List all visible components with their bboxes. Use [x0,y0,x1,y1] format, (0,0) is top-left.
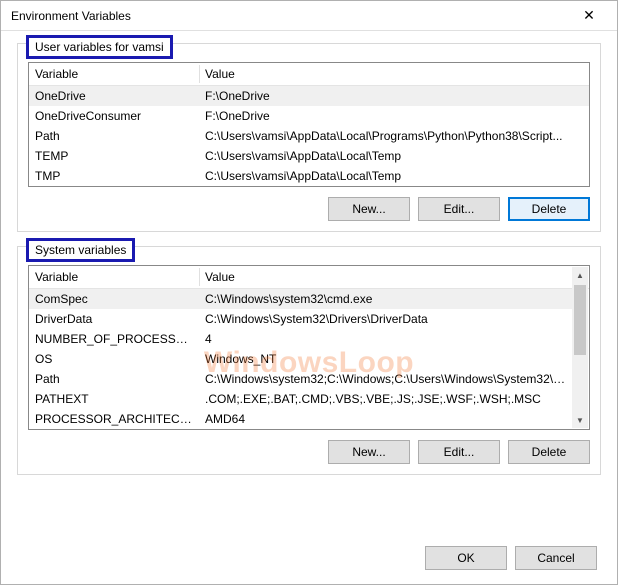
variable-value-cell: AMD64 [199,410,573,428]
table-row[interactable]: PATHEXT.COM;.EXE;.BAT;.CMD;.VBS;.VBE;.JS… [29,389,573,409]
system-variables-buttons: New... Edit... Delete [28,440,590,464]
variable-value-cell: F:\OneDrive [199,87,589,105]
column-header-variable[interactable]: Variable [29,266,199,288]
system-variables-table[interactable]: Variable Value ComSpecC:\Windows\system3… [28,265,590,430]
table-row[interactable]: TEMPC:\Users\vamsi\AppData\Local\Temp [29,146,589,166]
table-row[interactable]: PathC:\Windows\system32;C:\Windows;C:\Us… [29,369,573,389]
system-edit-button[interactable]: Edit... [418,440,500,464]
system-delete-button[interactable]: Delete [508,440,590,464]
variable-value-cell: C:\Windows\system32;C:\Windows;C:\Users\… [199,370,573,388]
user-variables-legend: User variables for vamsi [26,35,173,59]
scrollbar[interactable]: ▲ ▼ [572,267,588,428]
variable-value-cell: 4 [199,330,573,348]
system-variables-group: System variables Variable Value ComSpecC… [17,246,601,475]
table-row[interactable]: DriverDataC:\Windows\System32\Drivers\Dr… [29,309,573,329]
system-variables-legend: System variables [26,238,135,262]
table-row[interactable]: ComSpecC:\Windows\system32\cmd.exe [29,289,573,309]
close-button[interactable]: ✕ [569,2,609,30]
variable-name-cell: Path [29,127,199,145]
ok-button[interactable]: OK [425,546,507,570]
titlebar: Environment Variables ✕ [1,1,617,31]
user-variables-table[interactable]: Variable Value OneDriveF:\OneDriveOneDri… [28,62,590,187]
column-header-variable[interactable]: Variable [29,63,199,85]
variable-value-cell: .COM;.EXE;.BAT;.CMD;.VBS;.VBE;.JS;.JSE;.… [199,390,573,408]
variable-name-cell: TEMP [29,147,199,165]
window-title: Environment Variables [11,9,569,23]
content-area: User variables for vamsi Variable Value … [1,31,617,485]
column-header-value[interactable]: Value [199,63,589,85]
variable-value-cell: C:\Users\vamsi\AppData\Local\Temp [199,167,589,185]
user-variables-buttons: New... Edit... Delete [28,197,590,221]
variable-value-cell: F:\OneDrive [199,107,589,125]
variable-value-cell: C:\Windows\System32\Drivers\DriverData [199,310,573,328]
system-variables-header: Variable Value [29,266,589,289]
scroll-down-icon[interactable]: ▼ [572,412,588,428]
scroll-thumb[interactable] [574,285,586,355]
scroll-up-icon[interactable]: ▲ [572,267,588,283]
table-row[interactable]: NUMBER_OF_PROCESSORS4 [29,329,573,349]
close-icon: ✕ [583,7,595,24]
user-edit-button[interactable]: Edit... [418,197,500,221]
variable-name-cell: PATHEXT [29,390,199,408]
user-variables-header: Variable Value [29,63,589,86]
table-row[interactable]: PathC:\Users\vamsi\AppData\Local\Program… [29,126,589,146]
variable-name-cell: DriverData [29,310,199,328]
variable-name-cell: NUMBER_OF_PROCESSORS [29,330,199,348]
user-delete-button[interactable]: Delete [508,197,590,221]
variable-name-cell: ComSpec [29,290,199,308]
variable-name-cell: OneDriveConsumer [29,107,199,125]
system-variables-body: ComSpecC:\Windows\system32\cmd.exeDriver… [29,289,589,429]
variable-name-cell: Path [29,370,199,388]
column-header-value[interactable]: Value [199,266,589,288]
variable-name-cell: OneDrive [29,87,199,105]
variable-name-cell: OS [29,350,199,368]
variable-value-cell: C:\Windows\system32\cmd.exe [199,290,573,308]
variable-name-cell: TMP [29,167,199,185]
variable-value-cell: C:\Users\vamsi\AppData\Local\Programs\Py… [199,127,589,145]
table-row[interactable]: OneDriveConsumerF:\OneDrive [29,106,589,126]
user-new-button[interactable]: New... [328,197,410,221]
variable-value-cell: Windows_NT [199,350,573,368]
dialog-buttons: OK Cancel [425,546,597,570]
variable-name-cell: PROCESSOR_ARCHITECTURE [29,410,199,428]
variable-value-cell: C:\Users\vamsi\AppData\Local\Temp [199,147,589,165]
system-new-button[interactable]: New... [328,440,410,464]
table-row[interactable]: OSWindows_NT [29,349,573,369]
table-row[interactable]: OneDriveF:\OneDrive [29,86,589,106]
table-row[interactable]: TMPC:\Users\vamsi\AppData\Local\Temp [29,166,589,186]
user-variables-group: User variables for vamsi Variable Value … [17,43,601,232]
cancel-button[interactable]: Cancel [515,546,597,570]
table-row[interactable]: PROCESSOR_ARCHITECTUREAMD64 [29,409,573,429]
user-variables-body: OneDriveF:\OneDriveOneDriveConsumerF:\On… [29,86,589,186]
